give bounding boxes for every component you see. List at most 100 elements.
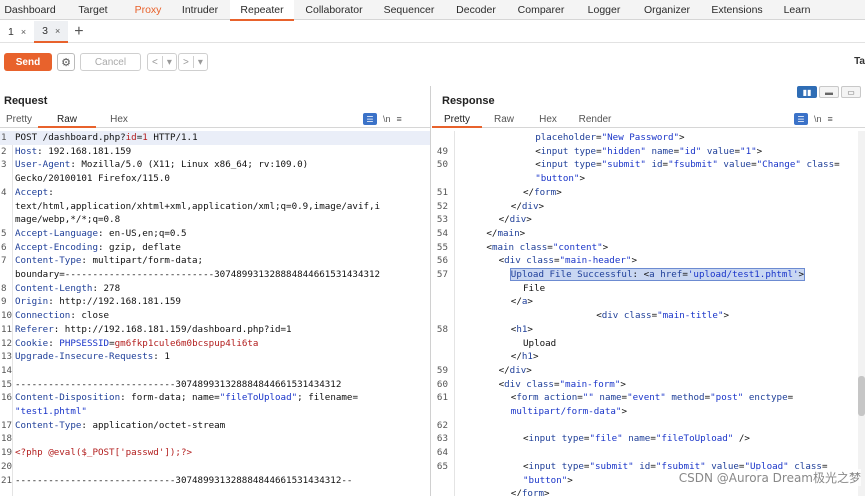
code-line: 58 <h1> bbox=[432, 323, 865, 337]
cancel-button[interactable]: Cancel bbox=[80, 53, 141, 71]
send-button[interactable]: Send bbox=[4, 53, 52, 71]
code-line: 53 </div> bbox=[432, 213, 865, 227]
repeater-tab-3[interactable]: 3 × bbox=[34, 20, 69, 43]
line-number: 63 bbox=[436, 433, 448, 445]
request-tab-pretty[interactable]: Pretty bbox=[0, 112, 38, 128]
close-tab-icon[interactable]: × bbox=[21, 27, 26, 37]
code-line: 64 bbox=[432, 446, 865, 460]
code-text: Content-Type: multipart/form-data; bbox=[15, 255, 204, 267]
line-number: 50 bbox=[436, 159, 448, 171]
settings-gear-icon[interactable]: ⚙ bbox=[57, 53, 75, 71]
top-tab-dashboard[interactable]: Dashboard bbox=[0, 0, 60, 20]
line-number: 62 bbox=[436, 419, 448, 431]
top-tab-sequencer[interactable]: Sequencer bbox=[374, 0, 444, 20]
code-line: 62 bbox=[432, 419, 865, 433]
line-number: 57 bbox=[436, 269, 448, 280]
top-tab-proxy[interactable]: Proxy bbox=[126, 0, 170, 20]
top-tab-intruder[interactable]: Intruder bbox=[170, 0, 230, 20]
newline-icon[interactable]: \n bbox=[383, 113, 391, 125]
target-label: Ta bbox=[854, 56, 865, 67]
response-tab-hex[interactable]: Hex bbox=[526, 112, 570, 128]
line-number: 3 bbox=[1, 159, 7, 171]
code-line: 51 </form> bbox=[432, 186, 865, 200]
request-editor[interactable]: 1 POST /dashboard.php?id=1 HTTP/1.1 2 Host:… bbox=[0, 131, 430, 496]
code-line: 9 Origin: http://192.168.181.159 bbox=[0, 295, 430, 309]
top-tab-decoder[interactable]: Decoder bbox=[444, 0, 508, 20]
layout-toggle: ▮▮ ▬ ▭ bbox=[797, 86, 861, 98]
request-tab-raw[interactable]: Raw bbox=[38, 112, 96, 128]
code-text: Connection: close bbox=[15, 310, 110, 322]
forward-arrow-icon[interactable]: > bbox=[179, 57, 193, 68]
line-number: 12 bbox=[1, 337, 13, 349]
chevron-down-icon[interactable]: ▾ bbox=[194, 57, 207, 68]
response-tab-raw[interactable]: Raw bbox=[482, 112, 526, 128]
code-line: 12 Cookie: PHPSESSID=gm6fkp1cule6m0bcspup… bbox=[0, 337, 430, 351]
code-text: Host: 192.168.181.159 bbox=[15, 145, 132, 157]
chevron-down-icon[interactable]: ▾ bbox=[163, 57, 176, 68]
top-tab-learn[interactable]: Learn bbox=[774, 0, 820, 20]
line-number: 19 bbox=[1, 447, 13, 459]
code-text: text/html,application/xhtml+xml,applicat… bbox=[15, 200, 381, 212]
response-scrollbar[interactable] bbox=[858, 131, 865, 496]
response-tab-render[interactable]: Render bbox=[570, 112, 620, 128]
code-text: "button"> bbox=[535, 173, 585, 185]
split-horizontal-icon[interactable]: ▮▮ bbox=[797, 86, 817, 98]
response-tab-pretty[interactable]: Pretty bbox=[432, 112, 482, 128]
line-number: 11 bbox=[1, 323, 13, 335]
code-text: </form> bbox=[510, 488, 550, 496]
wrap-lines-icon[interactable]: ☰ bbox=[363, 113, 377, 125]
code-text: Content-Disposition: form-data; name="fi… bbox=[15, 392, 358, 404]
response-editor[interactable]: placeholder="New Password"> 49 <input type… bbox=[432, 131, 865, 496]
code-line: 56 <div class="main-header"> bbox=[432, 254, 865, 268]
split-vertical-icon[interactable]: ▬ bbox=[819, 86, 839, 98]
history-forward-group[interactable]: > ▾ bbox=[178, 53, 208, 71]
wrap-lines-icon[interactable]: ☰ bbox=[794, 113, 808, 125]
code-line: 18 bbox=[0, 432, 430, 446]
code-text: <main class="content"> bbox=[486, 241, 609, 253]
top-tab-organizer[interactable]: Organizer bbox=[634, 0, 700, 20]
back-arrow-icon[interactable]: < bbox=[148, 57, 162, 68]
code-text: Content-Length: 278 bbox=[15, 282, 121, 294]
code-text: Origin: http://192.168.181.159 bbox=[15, 296, 181, 308]
request-tab-hex[interactable]: Hex bbox=[96, 112, 142, 128]
code-line: File bbox=[432, 282, 865, 296]
line-number: 61 bbox=[436, 392, 448, 404]
code-line: 20 bbox=[0, 460, 430, 474]
code-line: Gecko/20100101 Firefox/115.0 bbox=[0, 172, 430, 186]
top-tab-logger[interactable]: Logger bbox=[574, 0, 634, 20]
code-line: placeholder="New Password"> bbox=[432, 131, 865, 145]
code-text: <input type="hidden" name="id" value="1"… bbox=[535, 145, 763, 157]
line-number: 64 bbox=[436, 447, 448, 459]
code-line: boundary=---------------------------3074… bbox=[0, 268, 430, 282]
code-text: <input type="submit" id="fsubmit" value=… bbox=[535, 159, 840, 171]
code-text: -----------------------------30748993132… bbox=[15, 474, 353, 486]
close-tab-icon[interactable]: × bbox=[55, 26, 60, 36]
code-text: Referer: http://192.168.181.159/dashboar… bbox=[15, 323, 292, 335]
tab-label: 1 bbox=[8, 25, 14, 38]
code-line: text/html,application/xhtml+xml,applicat… bbox=[0, 200, 430, 214]
line-number: 5 bbox=[1, 227, 7, 239]
code-text: Content-Type: application/octet-stream bbox=[15, 419, 226, 431]
add-tab-button[interactable]: + bbox=[74, 21, 83, 43]
code-line: 4 Accept: bbox=[0, 186, 430, 200]
top-tab-collaborator[interactable]: Collaborator bbox=[294, 0, 374, 20]
top-tab-extensions[interactable]: Extensions bbox=[700, 0, 774, 20]
history-back-group[interactable]: < ▾ bbox=[147, 53, 177, 71]
repeater-tab-1[interactable]: 1 × bbox=[0, 21, 34, 43]
code-line: 2 Host: 192.168.181.159 bbox=[0, 145, 430, 159]
code-line: </h1> bbox=[432, 350, 865, 364]
line-number: 49 bbox=[436, 145, 448, 157]
scrollbar-thumb[interactable] bbox=[858, 376, 865, 416]
code-line: 49 <input type="hidden" name="id" value="… bbox=[432, 145, 865, 159]
menu-icon[interactable]: ≡ bbox=[828, 113, 833, 125]
line-number: 4 bbox=[1, 186, 7, 198]
newline-icon[interactable]: \n bbox=[814, 113, 822, 125]
code-text: <form action="" name="event" method="pos… bbox=[510, 392, 794, 404]
menu-icon[interactable]: ≡ bbox=[397, 113, 402, 125]
top-tab-target[interactable]: Target bbox=[60, 0, 126, 20]
top-tab-comparer[interactable]: Comparer bbox=[508, 0, 574, 20]
top-tab-repeater[interactable]: Repeater bbox=[230, 0, 294, 21]
single-pane-icon[interactable]: ▭ bbox=[841, 86, 861, 98]
code-line: 54 </main> bbox=[432, 227, 865, 241]
response-title: Response bbox=[442, 95, 495, 107]
